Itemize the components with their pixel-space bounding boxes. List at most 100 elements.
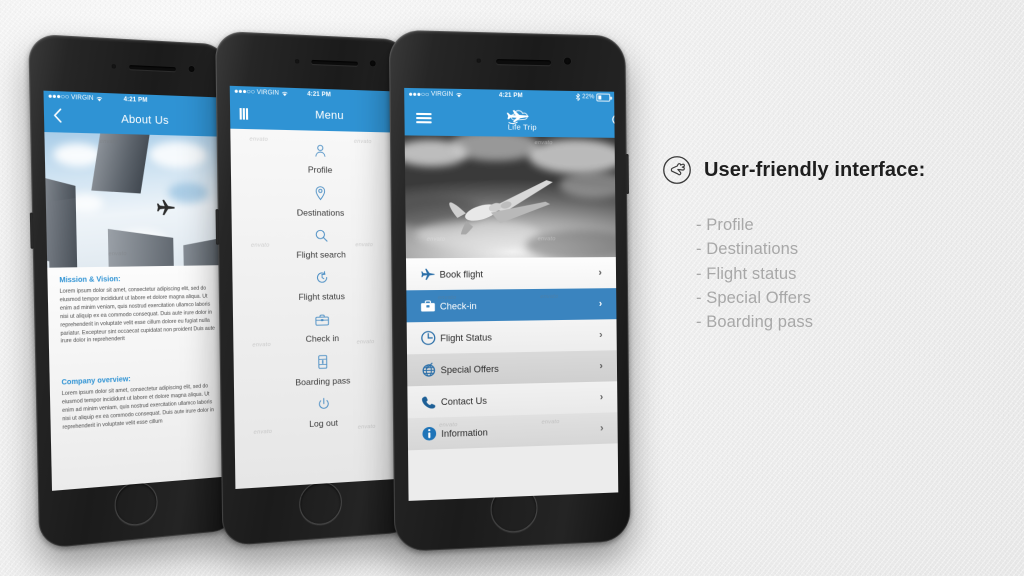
feature-item: - Flight status bbox=[696, 264, 797, 283]
feature-item: - Profile bbox=[696, 216, 754, 234]
front-camera bbox=[369, 60, 376, 67]
list-item-label: Special Offers bbox=[440, 363, 499, 375]
back-button[interactable] bbox=[52, 107, 70, 128]
search-button[interactable] bbox=[605, 114, 618, 128]
section-body-company: Lorem ipsum dolor sit amet, consectetur … bbox=[61, 383, 215, 431]
menu-item-log-out[interactable]: Log out bbox=[234, 394, 409, 433]
chevron-right-icon: › bbox=[598, 267, 602, 279]
menu-item-label: Flight status bbox=[298, 291, 346, 303]
search-icon bbox=[611, 114, 618, 128]
page-title: Menu bbox=[315, 109, 344, 123]
list-item-label: Information bbox=[441, 426, 488, 439]
about-content: Mission & Vision: Lorem ipsum dolor sit … bbox=[47, 265, 231, 491]
home-menu-list: Book flight › Check-in › Flight Status › bbox=[405, 257, 618, 451]
list-item-information[interactable]: Information › bbox=[407, 412, 618, 451]
globe-icon bbox=[415, 362, 440, 378]
airplane-photo-icon bbox=[448, 178, 558, 235]
front-camera bbox=[563, 57, 572, 65]
list-item-label: Contact Us bbox=[440, 395, 487, 407]
menu-item-label: Check in bbox=[305, 332, 340, 344]
boarding-pass-icon bbox=[318, 355, 328, 370]
proximity-sensor bbox=[111, 64, 116, 69]
carrier-label: VIRGIN bbox=[431, 91, 454, 99]
nav-bar: Menu bbox=[229, 97, 410, 134]
carrier-label: VIRGIN bbox=[71, 94, 94, 102]
hand-ok-circle-icon bbox=[663, 156, 691, 184]
clock-icon bbox=[415, 330, 440, 346]
menu-list: Profile Destinations Flight search Fligh… bbox=[230, 129, 409, 489]
carrier-label: VIRGIN bbox=[256, 89, 280, 97]
features-list: - Profile - Destinations - Flight status… bbox=[696, 213, 1014, 334]
menu-item-boarding-pass[interactable]: Boarding pass bbox=[234, 352, 409, 390]
proximity-sensor bbox=[476, 58, 481, 63]
chevron-left-icon bbox=[52, 107, 62, 122]
signal-dots-icon: ●●●○○ bbox=[408, 90, 430, 99]
section-title-mission: Mission & Vision: bbox=[59, 275, 121, 285]
menu-item-flight-search[interactable]: Flight search bbox=[232, 229, 407, 260]
hero-image-home: envato envato envato bbox=[404, 135, 616, 259]
chevron-right-icon: › bbox=[598, 298, 603, 310]
screen-about-us: ●●●○○ VIRGIN 4:21 PM About Us Mission & … bbox=[43, 90, 231, 491]
screen-menu: ●●●○○ VIRGIN 4:21 PM Menu Profile Destin… bbox=[229, 85, 410, 490]
proximity-sensor bbox=[295, 59, 300, 64]
list-item-label: Flight Status bbox=[440, 331, 492, 343]
home-button[interactable] bbox=[114, 480, 159, 528]
menu-button[interactable] bbox=[415, 113, 437, 123]
status-time: 4:21 PM bbox=[307, 90, 331, 98]
list-item-book-flight[interactable]: Book flight › bbox=[405, 257, 617, 291]
signal-dots-icon: ●●●○○ bbox=[47, 92, 70, 102]
hero-image-about bbox=[44, 132, 226, 268]
menu-item-check-in[interactable]: Check in bbox=[233, 311, 408, 346]
menu-item-label: Destinations bbox=[296, 207, 345, 218]
menu-item-destinations[interactable]: Destinations bbox=[231, 185, 406, 218]
screen-home: ●●●○○ VIRGIN 4:21 PM 22% Life Trip envat… bbox=[404, 87, 619, 501]
feature-item: - Special Offers bbox=[696, 288, 812, 307]
home-button[interactable] bbox=[298, 480, 343, 527]
menu-item-profile[interactable]: Profile bbox=[231, 142, 406, 176]
wifi-icon bbox=[455, 92, 462, 98]
refresh-clock-icon bbox=[315, 271, 328, 284]
phone-about-us: ●●●○○ VIRGIN 4:21 PM About Us Mission & … bbox=[28, 33, 238, 550]
info-icon bbox=[416, 426, 441, 442]
wifi-icon bbox=[96, 95, 103, 101]
nav-bar: Life Trip bbox=[404, 100, 619, 139]
features-panel: User-friendly interface: - Profile - Des… bbox=[662, 155, 1014, 334]
volume-button[interactable] bbox=[215, 209, 220, 245]
briefcase-icon bbox=[415, 299, 440, 313]
chevron-right-icon: › bbox=[599, 329, 603, 341]
phone-home: ●●●○○ VIRGIN 4:21 PM 22% Life Trip envat… bbox=[388, 29, 631, 553]
list-item-special-offers[interactable]: Special Offers › bbox=[407, 350, 618, 387]
list-item-label: Check-in bbox=[439, 300, 477, 312]
list-item-flight-status[interactable]: Flight Status › bbox=[406, 319, 617, 355]
airplane-silhouette-icon bbox=[156, 199, 175, 216]
signal-dots-icon: ●●●○○ bbox=[233, 88, 255, 96]
power-button[interactable] bbox=[625, 153, 629, 194]
menu-item-flight-status[interactable]: Flight status bbox=[232, 270, 407, 303]
wifi-icon bbox=[281, 90, 288, 96]
menu-item-label: Boarding pass bbox=[295, 375, 351, 388]
volume-button[interactable] bbox=[29, 212, 34, 249]
battery-percent-label: 22% bbox=[582, 94, 595, 101]
app-logo-label: Life Trip bbox=[507, 121, 537, 132]
chevron-right-icon: › bbox=[599, 360, 603, 372]
briefcase-icon bbox=[315, 314, 329, 327]
status-time: 4:21 PM bbox=[123, 96, 148, 104]
feature-item: - Boarding pass bbox=[696, 313, 814, 331]
plane-icon bbox=[414, 267, 439, 281]
power-icon bbox=[317, 397, 330, 411]
front-camera bbox=[188, 65, 195, 73]
app-logo: Life Trip bbox=[437, 106, 606, 132]
list-item-check-in[interactable]: Check-in › bbox=[406, 288, 617, 323]
earpiece-speaker bbox=[129, 65, 176, 72]
user-icon bbox=[313, 144, 326, 158]
battery-icon bbox=[596, 93, 611, 102]
menu-button[interactable] bbox=[239, 107, 257, 120]
chevron-right-icon: › bbox=[600, 422, 604, 434]
menu-item-label: Log out bbox=[309, 417, 339, 430]
section-body-mission: Lorem ipsum dolor sit amet, consectetur … bbox=[59, 285, 215, 345]
chevron-right-icon: › bbox=[599, 391, 604, 403]
features-heading-row: User-friendly interface: bbox=[662, 155, 1014, 185]
phone-icon bbox=[416, 394, 441, 409]
status-time: 4:21 PM bbox=[498, 92, 523, 100]
menu-item-label: Profile bbox=[307, 164, 333, 175]
